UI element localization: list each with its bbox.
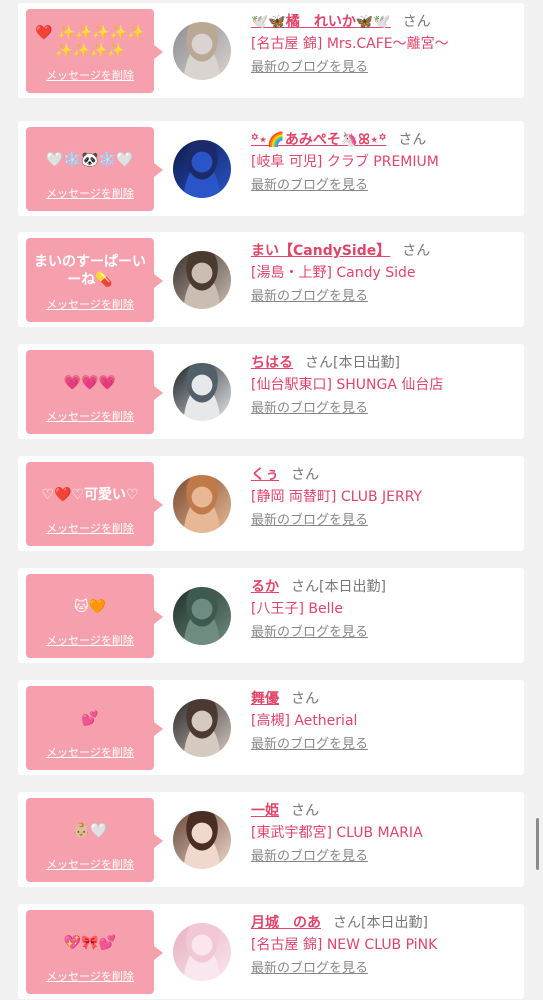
girl-name-link[interactable]: ꙳⋆🌈あみぺそ🦄ꕤ⋆꙳ — [251, 132, 386, 148]
honorific-label: さん — [291, 579, 319, 595]
message-bubble: 💖🎀💕 メッセージを削除 — [26, 910, 163, 994]
latest-blog-link[interactable]: 最新のブログを見る — [251, 288, 368, 306]
status-label: [本日出勤] — [333, 355, 400, 371]
message-card: 🤍❄️🐼❄️🤍 メッセージを削除 ꙳⋆🌈あみぺそ🦄ꕤ⋆꙳ さん [岐阜 可児] ク… — [18, 121, 524, 216]
honorific-label: さん — [402, 14, 431, 30]
status-label: [本日出勤] — [361, 915, 428, 931]
message-card: 💕 メッセージを削除 舞優 さん [高槻] Aetherial 最新のブログを見る — [18, 680, 524, 775]
latest-blog-link[interactable]: 最新のブログを見る — [251, 960, 368, 978]
latest-blog-link[interactable]: 最新のブログを見る — [251, 59, 368, 77]
scrollbar[interactable] — [536, 818, 539, 870]
delete-message-link[interactable]: メッセージを削除 — [30, 522, 150, 536]
message-text: まいのすーぱーいーね💊 — [34, 254, 146, 288]
avatar[interactable] — [173, 587, 231, 645]
avatar[interactable] — [173, 22, 231, 80]
message-text: 💗💗💗 — [63, 375, 117, 391]
honorific-label: さん — [333, 915, 361, 931]
message-card: ❤️ ✨✨✨✨✨ ✨✨✨✨ メッセージを削除 🕊️🦋橘 れいか🦋🕊️ さん [名古… — [18, 3, 524, 98]
message-card: 🐱🧡 メッセージを削除 るか さん[本日出勤] [八王子] Belle 最新のブロ… — [18, 568, 524, 663]
delete-message-link[interactable]: メッセージを削除 — [30, 858, 150, 872]
message-text: ♡❤️♡可愛い♡ — [41, 487, 139, 503]
avatar[interactable] — [173, 475, 231, 533]
status-label: [本日出勤] — [319, 579, 386, 595]
message-card: ♡❤️♡可愛い♡ メッセージを削除 くぅ さん [静岡 両替町] CLUB JER… — [18, 456, 524, 551]
avatar[interactable] — [173, 251, 231, 309]
message-card: 💗💗💗 メッセージを削除 ちはる さん[本日出勤] [仙台駅東口] SHUNGA … — [18, 344, 524, 439]
shop-label: [湯島・上野] Candy Side — [251, 265, 416, 281]
shop-label: [名古屋 錦] NEW CLUB PiNK — [251, 937, 438, 953]
girl-name-link[interactable]: 🕊️🦋橘 れいか🦋🕊️ — [251, 14, 391, 30]
profile-info: 月城 のあ さん[本日出勤] [名古屋 錦] NEW CLUB PiNK 最新のブ… — [251, 912, 518, 978]
avatar[interactable] — [173, 699, 231, 757]
message-bubble: ❤️ ✨✨✨✨✨ ✨✨✨✨ メッセージを削除 — [26, 9, 163, 93]
shop-label: [静岡 両替町] CLUB JERRY — [251, 489, 423, 505]
avatar[interactable] — [173, 140, 231, 198]
latest-blog-link[interactable]: 最新のブログを見る — [251, 736, 368, 754]
delete-message-link[interactable]: メッセージを削除 — [30, 746, 150, 760]
delete-message-link[interactable]: メッセージを削除 — [30, 187, 150, 201]
message-bubble: まいのすーぱーいーね💊 メッセージを削除 — [26, 238, 163, 322]
message-text: 👶🏼🤍 — [72, 823, 108, 839]
girl-name-link[interactable]: ちはる — [251, 355, 293, 371]
girl-name-link[interactable]: 一姫 — [251, 803, 279, 819]
shop-label: [高槻] Aetherial — [251, 713, 358, 729]
delete-message-link[interactable]: メッセージを削除 — [30, 298, 150, 312]
message-text: 🐱🧡 — [73, 599, 107, 615]
latest-blog-link[interactable]: 最新のブログを見る — [251, 848, 368, 866]
girl-name-link[interactable]: るか — [251, 579, 279, 595]
honorific-label: さん — [402, 243, 431, 259]
delete-message-link[interactable]: メッセージを削除 — [30, 410, 150, 424]
girl-name-link[interactable]: 舞優 — [251, 691, 279, 707]
profile-info: 一姫 さん [東武宇都宮] CLUB MARIA 最新のブログを見る — [251, 800, 518, 866]
shop-label: [岐阜 可児] クラブ PREMIUM — [251, 154, 439, 170]
profile-info: ちはる さん[本日出勤] [仙台駅東口] SHUNGA 仙台店 最新のブログを見る — [251, 352, 518, 418]
message-bubble: 👶🏼🤍 メッセージを削除 — [26, 798, 163, 882]
shop-label: [名古屋 錦] Mrs.CAFE〜離宮〜 — [251, 36, 449, 52]
delete-message-link[interactable]: メッセージを削除 — [30, 970, 150, 984]
message-bubble: 💗💗💗 メッセージを削除 — [26, 350, 163, 434]
delete-message-link[interactable]: メッセージを削除 — [30, 634, 150, 648]
profile-info: 舞優 さん [高槻] Aetherial 最新のブログを見る — [251, 688, 518, 754]
profile-info: まい【CandySide】 さん [湯島・上野] Candy Side 最新のブロ… — [251, 240, 518, 306]
avatar[interactable] — [173, 363, 231, 421]
girl-name-link[interactable]: 月城 のあ — [251, 915, 321, 931]
shop-label: [仙台駅東口] SHUNGA 仙台店 — [251, 377, 444, 393]
message-bubble: 💕 メッセージを削除 — [26, 686, 163, 770]
girl-name-link[interactable]: まい【CandySide】 — [251, 243, 390, 259]
message-card: 💖🎀💕 メッセージを削除 月城 のあ さん[本日出勤] [名古屋 錦] NEW C… — [18, 904, 524, 999]
profile-info: ꙳⋆🌈あみぺそ🦄ꕤ⋆꙳ さん [岐阜 可児] クラブ PREMIUM 最新のブログ… — [251, 129, 518, 195]
latest-blog-link[interactable]: 最新のブログを見る — [251, 624, 368, 642]
latest-blog-link[interactable]: 最新のブログを見る — [251, 177, 368, 195]
honorific-label: さん — [291, 803, 319, 819]
message-text: 💖🎀💕 — [63, 935, 117, 951]
message-text: ❤️ ✨✨✨✨✨ ✨✨✨✨ — [35, 25, 145, 59]
shop-label: [八王子] Belle — [251, 601, 343, 617]
honorific-label: さん — [291, 467, 319, 483]
profile-info: るか さん[本日出勤] [八王子] Belle 最新のブログを見る — [251, 576, 518, 642]
message-text: 💕 — [81, 711, 99, 727]
message-bubble: ♡❤️♡可愛い♡ メッセージを削除 — [26, 462, 163, 546]
message-text: 🤍❄️🐼❄️🤍 — [46, 152, 134, 168]
avatar[interactable] — [173, 923, 231, 981]
honorific-label: さん — [398, 132, 427, 148]
latest-blog-link[interactable]: 最新のブログを見る — [251, 400, 368, 418]
message-bubble: 🤍❄️🐼❄️🤍 メッセージを削除 — [26, 127, 163, 211]
delete-message-link[interactable]: メッセージを削除 — [30, 69, 150, 83]
message-card: まいのすーぱーいーね💊 メッセージを削除 まい【CandySide】 さん [湯島… — [18, 232, 524, 327]
profile-info: くぅ さん [静岡 両替町] CLUB JERRY 最新のブログを見る — [251, 464, 518, 530]
shop-label: [東武宇都宮] CLUB MARIA — [251, 825, 423, 841]
honorific-label: さん — [291, 691, 319, 707]
message-bubble: 🐱🧡 メッセージを削除 — [26, 574, 163, 658]
honorific-label: さん — [305, 355, 333, 371]
avatar[interactable] — [173, 811, 231, 869]
latest-blog-link[interactable]: 最新のブログを見る — [251, 512, 368, 530]
message-card: 👶🏼🤍 メッセージを削除 一姫 さん [東武宇都宮] CLUB MARIA 最新の… — [18, 792, 524, 887]
girl-name-link[interactable]: くぅ — [251, 467, 279, 483]
profile-info: 🕊️🦋橘 れいか🦋🕊️ さん [名古屋 錦] Mrs.CAFE〜離宮〜 最新のブロ… — [251, 11, 518, 77]
